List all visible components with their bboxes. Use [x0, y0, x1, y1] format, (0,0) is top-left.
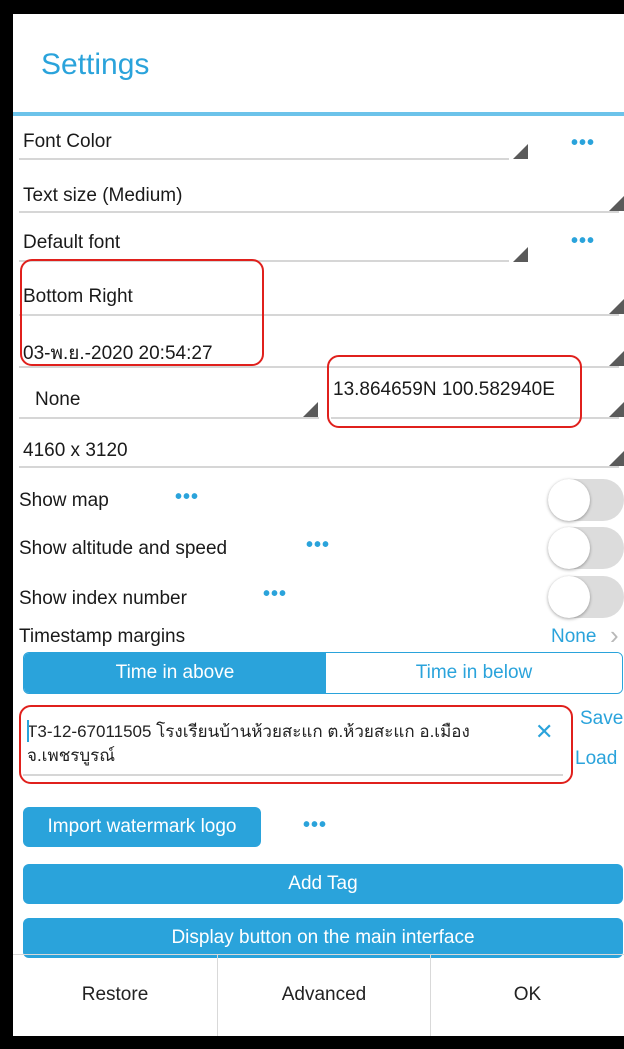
toggle-knob [548, 576, 590, 618]
restore-button[interactable]: Restore [13, 954, 217, 1036]
default-font-selector[interactable]: Default font [23, 232, 120, 254]
add-tag-button[interactable]: Add Tag [23, 864, 623, 904]
display-button-main-interface[interactable]: Display button on the main interface [23, 918, 623, 958]
font-color-underline [19, 158, 509, 160]
text-size-underline [19, 211, 619, 213]
resolution-selector[interactable]: 4160 x 3120 [23, 440, 128, 462]
tab-time-below[interactable]: Time in below [326, 653, 622, 693]
location-mode-selector[interactable]: None [35, 389, 80, 411]
show-index-label: Show index number [19, 588, 187, 609]
timestamp-margins-label: Timestamp margins [19, 626, 186, 647]
load-text-button[interactable]: Load [575, 748, 617, 770]
title-divider [13, 112, 624, 116]
dropdown-corner-icon [513, 247, 528, 262]
tab-time-above[interactable]: Time in above [24, 653, 326, 693]
show-altitude-toggle[interactable] [548, 527, 624, 569]
dropdown-corner-icon [609, 451, 624, 466]
save-text-button[interactable]: Save [580, 708, 623, 730]
dialog-title: Settings [41, 48, 150, 81]
show-map-label: Show map [19, 490, 109, 511]
show-map-more-icon[interactable]: ••• [175, 487, 199, 507]
font-color-more-icon[interactable]: ••• [571, 133, 595, 153]
time-position-segmented: Time in above Time in below [23, 652, 623, 694]
dropdown-corner-icon [609, 402, 624, 417]
advanced-button[interactable]: Advanced [218, 954, 430, 1036]
show-altitude-label: Show altitude and speed [19, 538, 228, 559]
highlight-box [20, 259, 264, 366]
font-color-selector[interactable]: Font Color [23, 131, 112, 153]
timestamp-margins-value[interactable]: None [551, 626, 596, 648]
highlight-box [327, 355, 582, 428]
chevron-right-icon: › [610, 620, 619, 650]
location-mode-underline [19, 417, 319, 419]
dropdown-corner-icon [303, 402, 318, 417]
import-logo-more-icon[interactable]: ••• [303, 815, 327, 835]
toggle-knob [548, 527, 590, 569]
dropdown-corner-icon [609, 351, 624, 366]
screenshot-frame: Settings Font Color ••• Text size (Mediu… [0, 0, 624, 1049]
show-map-toggle[interactable] [548, 479, 624, 521]
text-size-selector[interactable]: Text size (Medium) [23, 185, 182, 207]
dropdown-corner-icon [609, 196, 624, 211]
show-altitude-more-icon[interactable]: ••• [306, 535, 330, 555]
ok-button[interactable]: OK [431, 954, 624, 1036]
dropdown-corner-icon [609, 299, 624, 314]
show-index-toggle[interactable] [548, 576, 624, 618]
show-index-more-icon[interactable]: ••• [263, 584, 287, 604]
resolution-underline [19, 466, 619, 468]
toggle-knob [548, 479, 590, 521]
dropdown-corner-icon [513, 144, 528, 159]
highlight-box [19, 705, 573, 784]
settings-dialog: Settings Font Color ••• Text size (Mediu… [13, 14, 624, 1036]
default-font-more-icon[interactable]: ••• [571, 231, 595, 251]
import-watermark-logo-button[interactable]: Import watermark logo [23, 807, 261, 847]
